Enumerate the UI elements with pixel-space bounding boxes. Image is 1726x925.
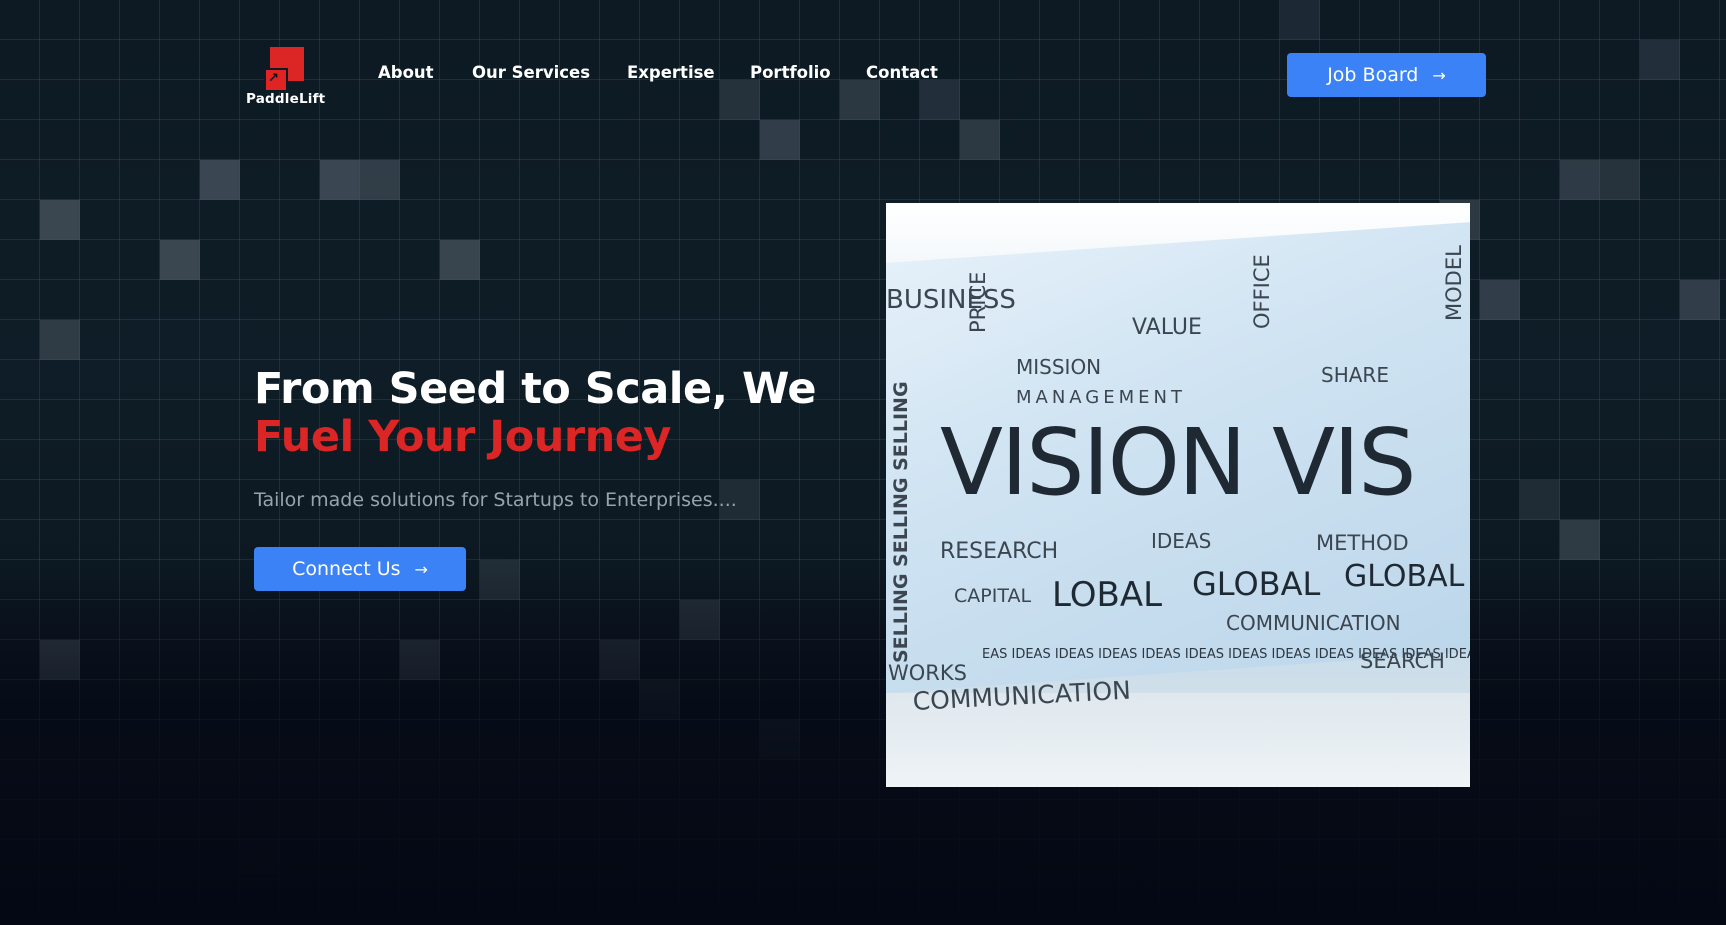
hero-image-word: COMMUNICATION — [1226, 611, 1401, 635]
hero-image-word: VALUE — [1132, 315, 1202, 340]
brand-logo[interactable]: ↗ PaddleLift — [244, 45, 330, 109]
hero-image: BUSINESS VALUE PRICE MISSION MANAGEMENT … — [886, 203, 1470, 787]
nav-item-our-services[interactable]: Our Services — [472, 63, 590, 82]
hero-image-word: METHOD — [1316, 531, 1409, 555]
hero-title-line2: Fuel Your Journey — [254, 412, 671, 462]
logo-arrow-icon: ↗ — [268, 71, 279, 86]
hero-image-word: IDEAS — [1151, 529, 1212, 553]
hero-image-word: OFFICE — [1250, 254, 1274, 329]
hero-title-line1: From Seed to Scale, We — [254, 364, 817, 414]
connect-us-button[interactable]: Connect Us → — [254, 547, 466, 591]
hero-image-word: SEARCH — [1360, 649, 1445, 673]
arrow-right-icon: → — [414, 559, 428, 579]
nav-item-expertise[interactable]: Expertise — [627, 63, 715, 82]
nav-item-portfolio[interactable]: Portfolio — [750, 63, 831, 82]
hero-image-word: SHARE — [1321, 363, 1389, 387]
brand-name: PaddleLift — [246, 91, 326, 107]
hero-title: From Seed to Scale, We Fuel Your Journey — [254, 364, 817, 462]
hero-image-word: WORKS — [888, 661, 967, 685]
hero-image-word: PRICE — [966, 271, 990, 333]
connect-us-label: Connect Us — [292, 558, 401, 580]
job-board-label: Job Board — [1327, 64, 1419, 86]
hero-image-word: GLOBAL — [1192, 565, 1321, 603]
hero-image-word: MODEL — [1442, 245, 1466, 321]
job-board-button[interactable]: Job Board → — [1287, 53, 1486, 97]
hero-image-word: MISSION — [1016, 355, 1102, 379]
hero-image-word: RESEARCH — [940, 539, 1059, 564]
nav-item-contact[interactable]: Contact — [866, 63, 938, 82]
hero-image-word: SELLING SELLING SELLING — [890, 381, 912, 663]
hero-image-word: BUSINESS — [886, 285, 1016, 315]
hero-image-word: VISION VIS — [940, 409, 1417, 516]
arrow-right-icon: → — [1432, 65, 1446, 85]
hero-image-word: LOBAL — [1052, 575, 1163, 615]
nav-item-about[interactable]: About — [378, 63, 434, 82]
hero-image-word: MANAGEMENT — [1016, 387, 1186, 408]
hero-image-word: CAPITAL — [954, 585, 1032, 607]
hero-subtitle: Tailor made solutions for Startups to En… — [254, 489, 737, 511]
hero-image-word: GLOBAL — [1344, 559, 1465, 594]
